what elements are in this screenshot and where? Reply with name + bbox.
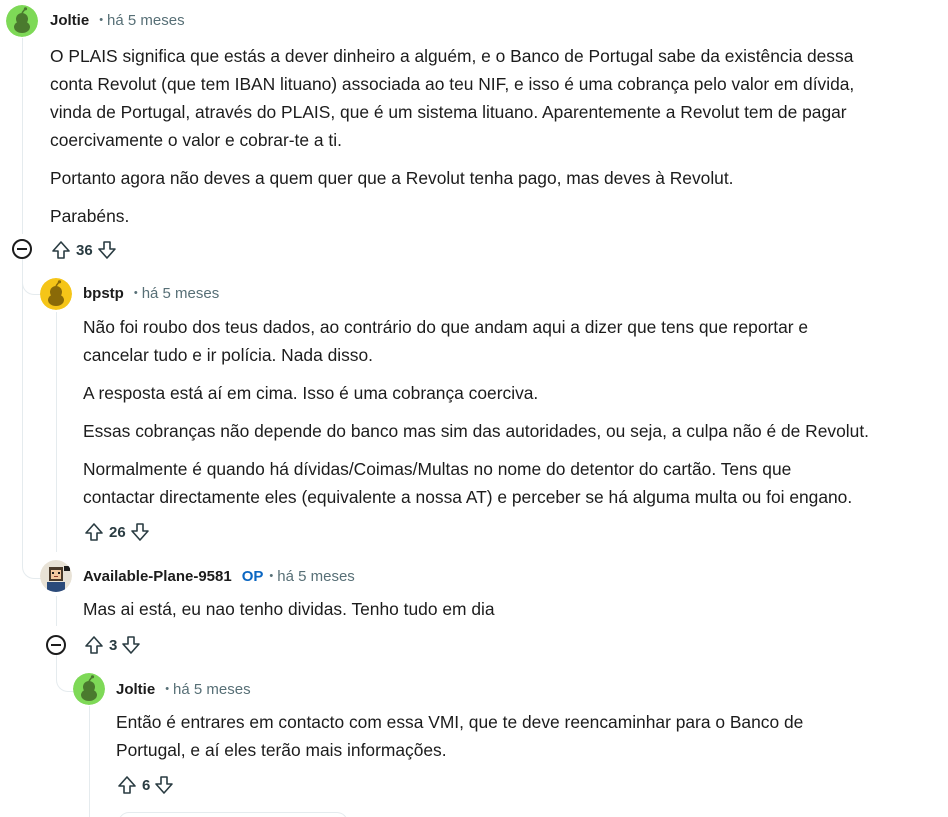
thread-line <box>56 596 57 626</box>
vote-bar: 3 <box>83 633 142 657</box>
comment-body: O PLAIS significa que estás a dever dinh… <box>50 42 854 230</box>
text-line: Normalmente é quando há dívidas/Coimas/M… <box>83 459 792 479</box>
avatar[interactable] <box>40 278 72 310</box>
text-line: conta Revolut (que tem IBAN lituano) ass… <box>50 74 855 94</box>
collapse-minus-icon[interactable] <box>12 239 32 259</box>
reddit-snoo-green-avatar-icon <box>73 673 105 705</box>
timestamp[interactable]: há 5 meses <box>173 681 251 698</box>
reddit-snoo-yellow-avatar-icon <box>40 278 72 310</box>
thread-line <box>22 262 23 522</box>
downvote-arrow-icon[interactable] <box>96 239 118 261</box>
thread-line <box>56 312 57 552</box>
upvote-arrow-icon[interactable] <box>83 521 105 543</box>
upvote-arrow-icon[interactable] <box>116 774 138 796</box>
comment-meta: Joltie • há 5 meses <box>50 12 185 29</box>
comment-body: Então é entrares em contacto com essa VM… <box>116 708 803 764</box>
reply-box[interactable] <box>118 812 348 817</box>
vote-bar: 36 <box>50 238 118 262</box>
text-line: cancelar tudo e ir polícia. Nada disso. <box>83 345 374 365</box>
downvote-arrow-icon[interactable] <box>120 634 142 656</box>
paragraph: Essas cobranças não depende do banco mas… <box>83 421 869 441</box>
paragraph: Então é entrares em contacto com essa VM… <box>116 708 803 764</box>
comment-body: Não foi roubo dos teus dados, ao contrár… <box>83 313 869 511</box>
pixel-character-avatar-icon <box>40 560 72 592</box>
thread-line <box>22 38 23 234</box>
collapse-minus-icon[interactable] <box>46 635 66 655</box>
vote-score: 26 <box>109 523 126 541</box>
timestamp[interactable]: há 5 meses <box>107 12 185 29</box>
downvote-arrow-icon[interactable] <box>153 774 175 796</box>
timestamp[interactable]: há 5 meses <box>142 285 220 302</box>
vote-score: 6 <box>142 776 151 794</box>
text-line: O PLAIS significa que estás a dever dinh… <box>50 46 854 66</box>
author-name[interactable]: Joltie <box>50 12 89 29</box>
comment-meta: Joltie • há 5 meses <box>116 681 251 698</box>
downvote-arrow-icon[interactable] <box>129 521 151 543</box>
upvote-arrow-icon[interactable] <box>83 634 105 656</box>
vote-score: 3 <box>109 636 118 654</box>
comment-meta: bpstp • há 5 meses <box>83 285 219 302</box>
timestamp[interactable]: há 5 meses <box>277 568 355 585</box>
meta-separator: • <box>165 683 170 695</box>
comment-body: Mas ai está, eu nao tenho dividas. Tenho… <box>83 595 495 623</box>
vote-bar: 6 <box>116 773 175 797</box>
paragraph: O PLAIS significa que estás a dever dinh… <box>50 42 854 154</box>
paragraph: Não foi roubo dos teus dados, ao contrár… <box>83 313 869 369</box>
avatar[interactable] <box>73 673 105 705</box>
paragraph: Mas ai está, eu nao tenho dividas. Tenho… <box>83 599 495 619</box>
meta-separator: • <box>99 14 104 26</box>
paragraph: Normalmente é quando há dívidas/Coimas/M… <box>83 455 869 511</box>
paragraph: Portanto agora não deves a quem quer que… <box>50 168 734 188</box>
author-name[interactable]: Available-Plane-9581 <box>83 568 232 585</box>
thread-connector <box>22 520 41 579</box>
upvote-arrow-icon[interactable] <box>50 239 72 261</box>
comment-thread: Joltie • há 5 meses O PLAIS significa qu… <box>0 0 948 817</box>
meta-separator: • <box>269 570 274 582</box>
avatar[interactable] <box>6 5 38 37</box>
vote-score: 36 <box>76 241 93 259</box>
meta-separator: • <box>133 287 138 299</box>
text-line: Não foi roubo dos teus dados, ao contrár… <box>83 317 809 337</box>
author-name[interactable]: bpstp <box>83 285 124 302</box>
text-line: Portugal, e aí eles terão mais informaçõ… <box>116 740 447 760</box>
op-badge: OP <box>241 568 264 585</box>
vote-bar: 26 <box>83 520 151 544</box>
thread-line <box>89 706 90 817</box>
paragraph: Parabéns. <box>50 206 130 226</box>
comment-meta: Available-Plane-9581 OP • há 5 meses <box>83 568 355 585</box>
author-name[interactable]: Joltie <box>116 681 155 698</box>
text-line: Então é entrares em contacto com essa VM… <box>116 712 804 732</box>
avatar[interactable] <box>40 560 72 592</box>
reddit-snoo-green-avatar-icon <box>6 5 38 37</box>
text-line: contactar directamente eles (equivalente… <box>83 487 853 507</box>
text-line: coercivamente o valor e cobrar-te a ti. <box>50 130 342 150</box>
text-line: vinda de Portugal, através do PLAIS, que… <box>50 102 847 122</box>
paragraph: A resposta está aí em cima. Isso é uma c… <box>83 383 539 403</box>
thread-connector <box>22 258 41 295</box>
